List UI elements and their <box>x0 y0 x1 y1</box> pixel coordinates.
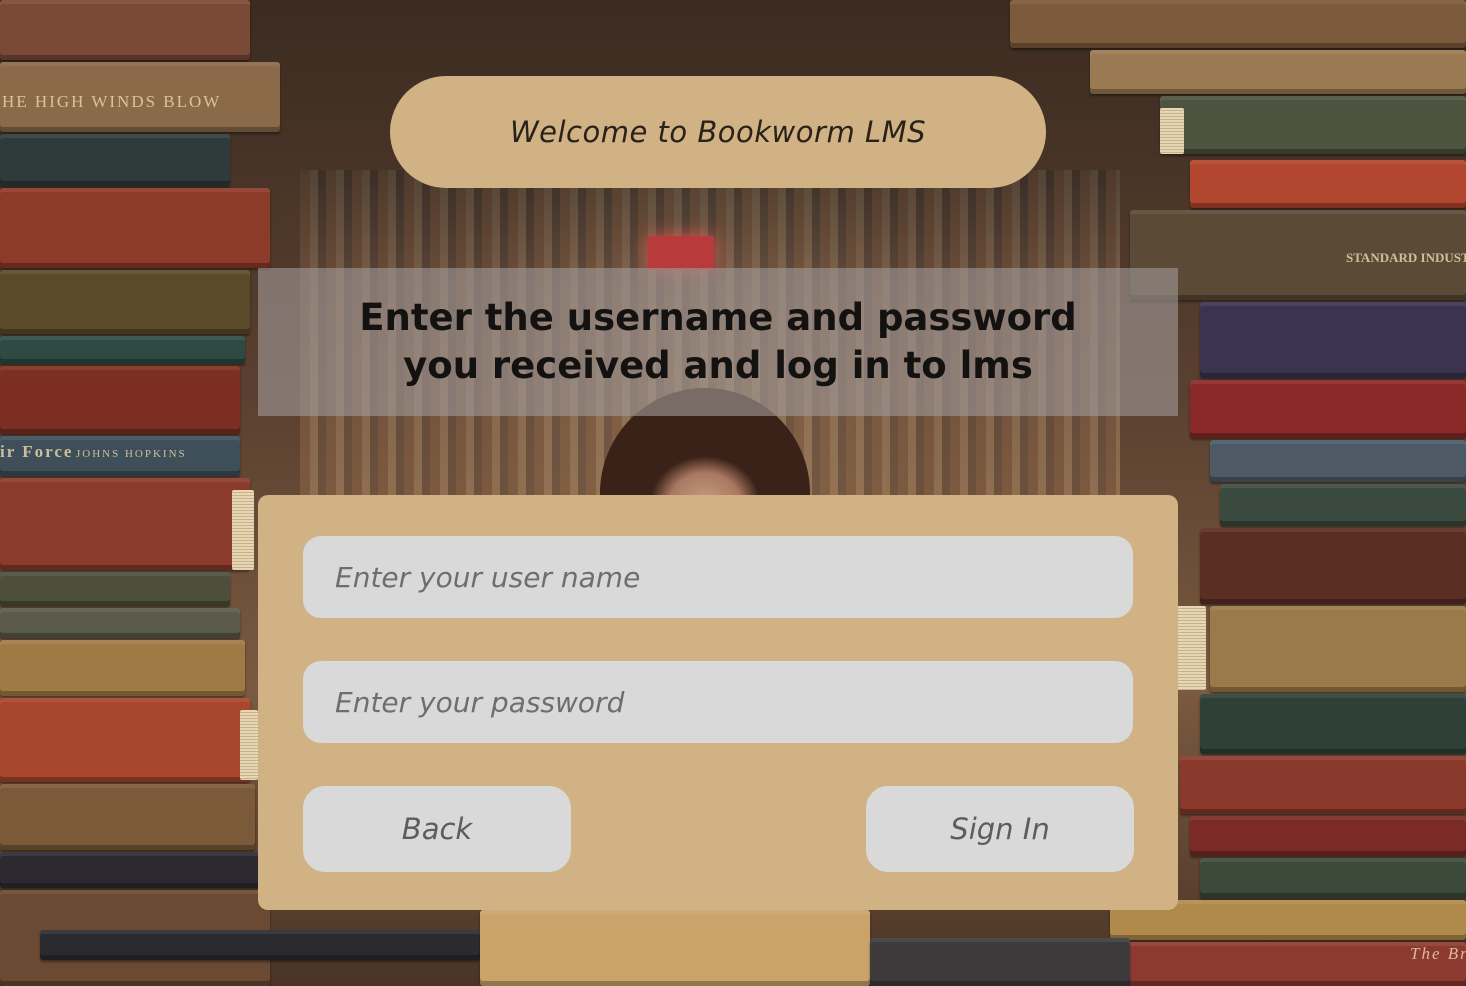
sign-in-button[interactable]: Sign In <box>866 786 1134 872</box>
spine-text: STANDARD INDUSTRI <box>1346 250 1466 265</box>
username-input[interactable] <box>303 536 1133 618</box>
instruction-banner: Enter the username and password you rece… <box>258 268 1178 416</box>
app-title: Welcome to Bookworm LMS <box>509 115 926 149</box>
spine-text: ir Force <box>0 442 74 461</box>
welcome-banner: Welcome to Bookworm LMS <box>390 76 1046 188</box>
spine-text: HE HIGH WINDS BLOW <box>2 92 222 111</box>
bottom-book-stack <box>0 910 1466 986</box>
exit-sign <box>648 236 714 270</box>
left-book-stack: HE HIGH WINDS BLOW ir Force JOHNS HOPKIN… <box>0 0 290 986</box>
password-input[interactable] <box>303 661 1133 743</box>
spine-text: JOHNS HOPKINS <box>76 448 187 460</box>
login-instructions: Enter the username and password you rece… <box>359 296 1077 387</box>
login-form: Back Sign In <box>258 495 1178 910</box>
back-button[interactable]: Back <box>303 786 571 872</box>
